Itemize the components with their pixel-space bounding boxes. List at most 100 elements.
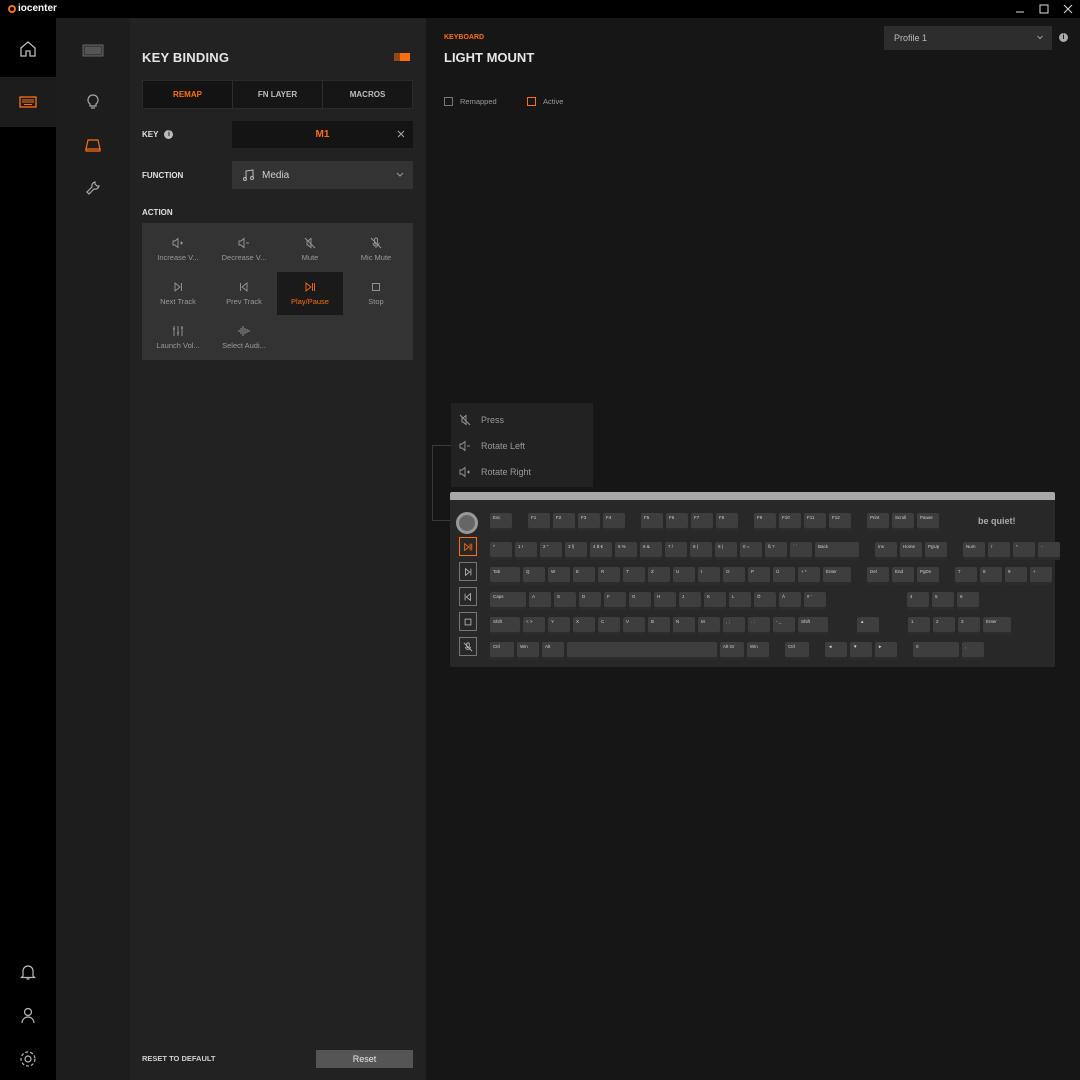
macro-key-m4[interactable]: [459, 612, 477, 631]
panel-toggle-icon[interactable]: [394, 53, 410, 61]
key[interactable]: Ü: [773, 567, 795, 585]
key[interactable]: *: [1013, 542, 1035, 560]
key[interactable]: ◄: [825, 642, 847, 660]
key[interactable]: 7 /: [665, 542, 687, 560]
key[interactable]: T: [623, 567, 645, 585]
key[interactable]: Ctrl: [490, 642, 514, 660]
key[interactable]: Num: [963, 542, 985, 560]
key[interactable]: F3: [578, 513, 600, 531]
key[interactable]: ▼: [850, 642, 872, 660]
key[interactable]: Esc: [490, 513, 512, 531]
action-select-audio-device[interactable]: Select Audi...: [211, 316, 277, 359]
key[interactable]: J: [679, 592, 701, 610]
key[interactable]: 3 §: [565, 542, 587, 560]
key[interactable]: K: [704, 592, 726, 610]
key[interactable]: Pause: [917, 513, 939, 531]
key[interactable]: W: [548, 567, 570, 585]
key[interactable]: 0 =: [740, 542, 762, 560]
key[interactable]: F2: [553, 513, 575, 531]
key[interactable]: 7: [955, 567, 977, 585]
key[interactable]: 2 ": [540, 542, 562, 560]
key[interactable]: . :: [748, 617, 770, 635]
key[interactable]: PgDn: [917, 567, 939, 585]
key[interactable]: Ö: [754, 592, 776, 610]
key[interactable]: < >: [523, 617, 545, 635]
function-dropdown[interactable]: Media: [232, 161, 413, 189]
key[interactable]: Z: [648, 567, 670, 585]
action-prev-track[interactable]: Prev Track: [211, 272, 277, 315]
key[interactable]: # ': [804, 592, 826, 610]
key[interactable]: X: [573, 617, 595, 635]
action-stop[interactable]: Stop: [343, 272, 409, 315]
key[interactable]: Back: [815, 542, 859, 560]
key[interactable]: Del: [867, 567, 889, 585]
key[interactable]: - _: [773, 617, 795, 635]
key[interactable]: S: [554, 592, 576, 610]
key[interactable]: 9 ): [715, 542, 737, 560]
key[interactable]: 4 $ €: [590, 542, 612, 560]
key[interactable]: 9: [1005, 567, 1027, 585]
action-mic-mute[interactable]: Mic Mute: [343, 228, 409, 271]
key[interactable]: 4: [907, 592, 929, 610]
nav-account[interactable]: [0, 990, 56, 1040]
key[interactable]: Shift: [490, 617, 520, 635]
key[interactable]: B: [648, 617, 670, 635]
key[interactable]: + *: [798, 567, 820, 585]
knob-rotate-right[interactable]: Rotate Right: [459, 459, 585, 485]
key[interactable]: Ä: [779, 592, 801, 610]
key[interactable]: Shift: [798, 617, 828, 635]
action-launch-volume-mixer[interactable]: Launch Vol...: [145, 316, 211, 359]
key-binding-tab[interactable]: [56, 127, 130, 163]
key[interactable]: H: [654, 592, 676, 610]
key[interactable]: E: [573, 567, 595, 585]
key[interactable]: Scroll: [892, 513, 914, 531]
key[interactable]: 0: [913, 642, 959, 660]
info-icon[interactable]: i: [1059, 33, 1068, 42]
key[interactable]: ,: [962, 642, 984, 660]
key[interactable]: 3: [958, 617, 980, 635]
knob-rotate-left[interactable]: Rotate Left: [459, 433, 585, 459]
key[interactable]: N: [673, 617, 695, 635]
clear-key-button[interactable]: [395, 128, 407, 140]
key[interactable]: ▲: [857, 617, 879, 635]
key-selector-field[interactable]: M1: [232, 121, 413, 148]
key[interactable]: F1: [528, 513, 550, 531]
key[interactable]: A: [529, 592, 551, 610]
macro-key-m5[interactable]: [459, 637, 477, 656]
key[interactable]: O: [723, 567, 745, 585]
key[interactable]: Ctrl: [785, 642, 809, 660]
macro-key-m3[interactable]: [459, 587, 477, 606]
nav-settings[interactable]: [0, 1034, 56, 1080]
key[interactable]: Tab: [490, 567, 520, 585]
key[interactable]: F5: [641, 513, 663, 531]
lighting-tab[interactable]: [56, 84, 130, 120]
macro-key-m1[interactable]: [459, 537, 477, 556]
key[interactable]: PgUp: [925, 542, 947, 560]
key[interactable]: Enter: [983, 617, 1011, 635]
key[interactable]: Alt: [542, 642, 564, 660]
action-next-track[interactable]: Next Track: [145, 272, 211, 315]
key[interactable]: /: [988, 542, 1010, 560]
key[interactable]: F6: [666, 513, 688, 531]
action-decrease-volume[interactable]: Decrease V...: [211, 228, 277, 271]
info-icon[interactable]: i: [164, 130, 174, 139]
key[interactable]: Q: [523, 567, 545, 585]
action-increase-volume[interactable]: Increase V...: [145, 228, 211, 271]
key[interactable]: P: [748, 567, 770, 585]
key[interactable]: ´ `: [790, 542, 812, 560]
key[interactable]: F11: [804, 513, 826, 531]
key-space[interactable]: [567, 642, 717, 660]
key[interactable]: 1: [908, 617, 930, 635]
key[interactable]: Win: [747, 642, 769, 660]
key[interactable]: F9: [754, 513, 776, 531]
key[interactable]: Print: [867, 513, 889, 531]
key[interactable]: F7: [691, 513, 713, 531]
key[interactable]: 8: [980, 567, 1002, 585]
key[interactable]: U: [673, 567, 695, 585]
key[interactable]: I: [698, 567, 720, 585]
key[interactable]: 1 !: [515, 542, 537, 560]
key[interactable]: , ;: [723, 617, 745, 635]
key[interactable]: 8 (: [690, 542, 712, 560]
key[interactable]: Ins: [875, 542, 897, 560]
key[interactable]: Home: [900, 542, 922, 560]
